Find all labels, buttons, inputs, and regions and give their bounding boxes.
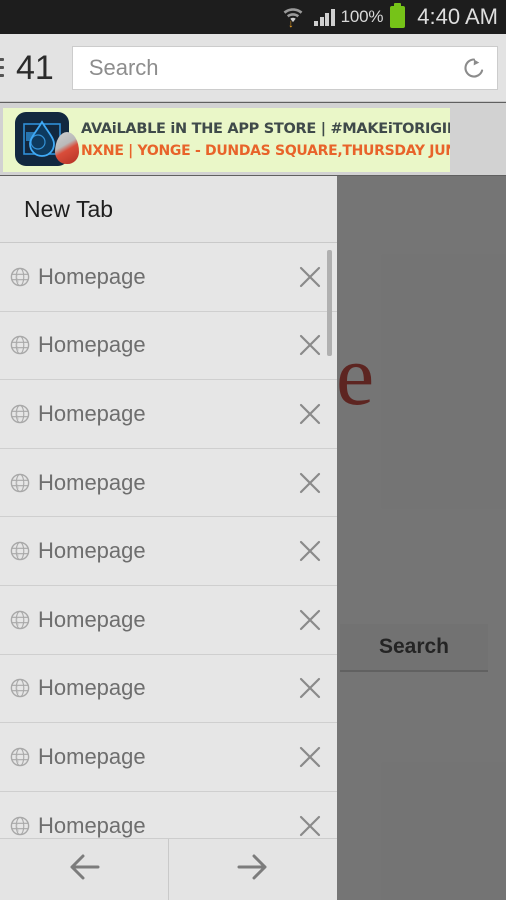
tab-title: Homepage [38,400,146,426]
hamburger-menu-icon[interactable] [0,55,4,81]
clock-label: 4:40 AM [417,4,498,29]
globe-icon [10,610,30,630]
bottom-navigation-bar [0,838,337,900]
ad-headline: AVAiLABLE iN THE APP STORE | #MAKEiTORIG… [81,121,450,137]
tab-list-item[interactable]: Homepage [0,791,337,838]
globe-icon [10,335,30,355]
tab-count-button[interactable]: 41 [16,51,54,85]
close-icon[interactable] [283,586,337,654]
tab-list-item[interactable]: Homepage [0,311,337,381]
advertisement-banner[interactable]: AVAiLABLE iN THE APP STORE | #MAKEiTORIG… [3,108,450,172]
close-icon[interactable] [283,655,337,723]
tab-title: Homepage [38,606,146,632]
forward-button[interactable] [169,839,337,900]
tab-title: Homepage [38,675,146,701]
ad-strip: AVAiLABLE iN THE APP STORE | #MAKEiTORIG… [0,103,506,175]
tab-list-item[interactable]: Homepage [0,380,337,449]
tab-title: Homepage [38,743,146,769]
status-bar-icons: ↓ 100% 4:40 AM [280,3,498,30]
arrow-right-icon [231,851,275,888]
tab-list-item[interactable]: Homepage [0,585,337,655]
ad-egg-graphic [55,132,79,164]
globe-icon [10,678,30,698]
battery-percent-label: 100% [340,7,384,26]
drawer-scrollbar[interactable] [327,250,332,356]
tab-list-item[interactable]: Homepage [0,723,337,792]
new-tab-button[interactable]: New Tab [0,176,337,243]
close-icon[interactable] [283,380,337,448]
phone-screen: ↓ 100% 4:40 AM 41 Search AVAiLABLE iN TH… [0,0,506,900]
refresh-icon[interactable] [457,51,491,85]
tab-title: Homepage [38,538,146,564]
new-tab-label: New Tab [24,195,114,222]
battery-full-icon [390,3,406,28]
tab-list: Homepage Homepage Homepage Homepage Home… [0,243,337,838]
close-icon[interactable] [283,723,337,791]
globe-icon [10,267,30,287]
tab-title: Homepage [38,812,146,838]
browser-toolbar: 41 [0,34,506,102]
close-icon[interactable] [283,449,337,517]
status-bar: ↓ 100% 4:40 AM [0,0,506,34]
tab-title: Homepage [38,332,146,358]
globe-icon [10,816,30,836]
tab-title: Homepage [38,263,146,289]
ad-icon-group [3,108,81,172]
ad-subline: NXNE | YONGE - DUNDAS SQUARE,THURSDAY JU… [81,143,450,159]
tab-list-item[interactable]: Homepage [0,654,337,724]
back-button[interactable] [0,839,168,900]
tab-title: Homepage [38,469,146,495]
download-arrow-icon: ↓ [288,18,294,30]
ad-text-block: AVAiLABLE iN THE APP STORE | #MAKEiTORIG… [81,119,450,161]
tab-list-item[interactable]: Homepage [0,517,337,586]
wifi-icon: ↓ [280,4,306,30]
globe-icon [10,404,30,424]
cellular-signal-icon [314,8,335,26]
tab-list-item[interactable]: Homepage [0,243,337,312]
globe-icon [10,541,30,561]
globe-icon [10,747,30,767]
url-bar[interactable] [71,45,498,90]
tab-list-item[interactable]: Homepage [0,448,337,518]
close-icon[interactable] [283,517,337,585]
search-input[interactable] [88,54,457,81]
arrow-left-icon [62,851,106,888]
globe-icon [10,473,30,493]
close-icon[interactable] [283,792,337,838]
tab-drawer: New Tab Homepage Homepage Homepage Homep… [0,176,337,838]
